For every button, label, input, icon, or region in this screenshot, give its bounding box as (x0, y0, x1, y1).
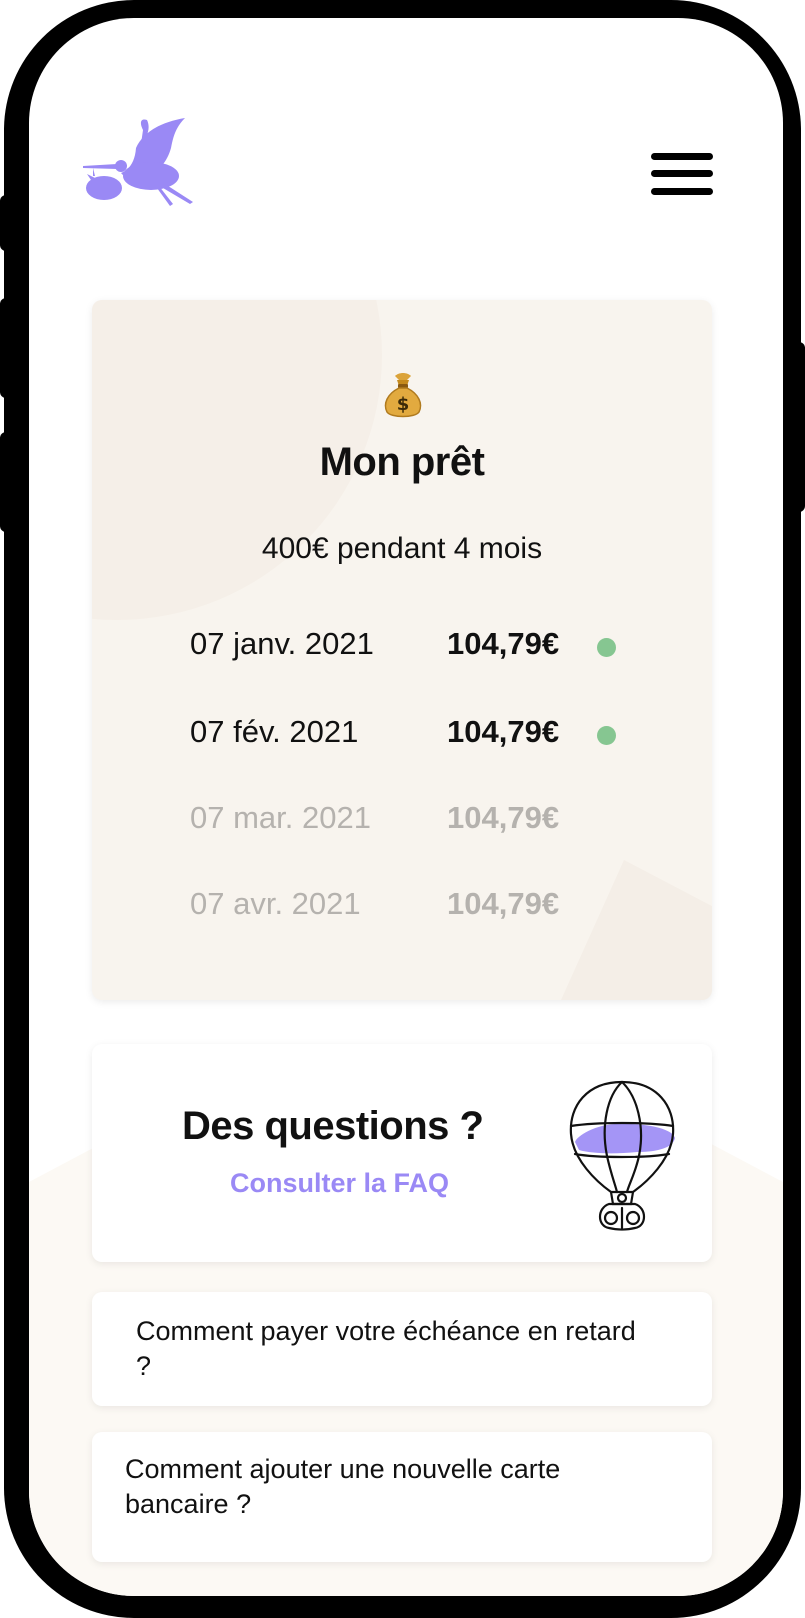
payment-date: 07 avr. 2021 (190, 886, 361, 921)
hamburger-menu-icon (651, 188, 713, 195)
payment-amount: 104,79€ (447, 714, 560, 749)
faq-question-card[interactable]: Comment ajouter une nouvelle carte banca… (92, 1432, 712, 1562)
app-screen: $ Mon prêt 400€ pendant 4 mois 07 janv. … (29, 18, 783, 1596)
loan-summary: 400€ pendant 4 mois (261, 532, 543, 565)
paid-status-dot (597, 726, 616, 745)
payment-row: 07 janv. 2021 104,79€ (92, 626, 712, 666)
payment-row: 07 fév. 2021 104,79€ (92, 714, 712, 754)
payment-date: 07 janv. 2021 (190, 626, 374, 661)
payment-row: 07 avr. 2021 104,79€ (92, 886, 712, 926)
faq-question-text: Comment ajouter une nouvelle carte banca… (125, 1454, 561, 1519)
faq-question-text: Comment payer votre échéance en retard ? (136, 1316, 636, 1381)
faq-question-card[interactable]: Comment payer votre échéance en retard ? (92, 1292, 712, 1406)
payment-amount: 104,79€ (447, 800, 560, 835)
menu-button[interactable] (647, 152, 713, 202)
phone-mockup: $ Mon prêt 400€ pendant 4 mois 07 janv. … (0, 0, 805, 1618)
hamburger-menu-icon (651, 170, 713, 177)
payment-date: 07 mar. 2021 (190, 800, 371, 835)
payment-row: 07 mar. 2021 104,79€ (92, 800, 712, 840)
faq-card: Des questions ? Consulter la FAQ (92, 1044, 712, 1262)
faq-title: Des questions ? (182, 1104, 484, 1148)
payment-amount: 104,79€ (447, 886, 560, 921)
loan-title: Mon prêt (319, 440, 485, 484)
payment-date: 07 fév. 2021 (190, 714, 359, 749)
hot-air-balloon-icon (569, 1080, 675, 1231)
loan-card: $ Mon prêt 400€ pendant 4 mois 07 janv. … (92, 300, 712, 1000)
svg-text:$: $ (397, 394, 410, 415)
hamburger-menu-icon (651, 153, 713, 160)
faq-link[interactable]: Consulter la FAQ (230, 1168, 449, 1199)
paid-status-dot (597, 638, 616, 657)
payment-amount: 104,79€ (447, 626, 560, 661)
money-bag-icon: $ (384, 373, 422, 418)
stork-icon[interactable] (81, 118, 199, 210)
decorative-shape (552, 860, 712, 1000)
